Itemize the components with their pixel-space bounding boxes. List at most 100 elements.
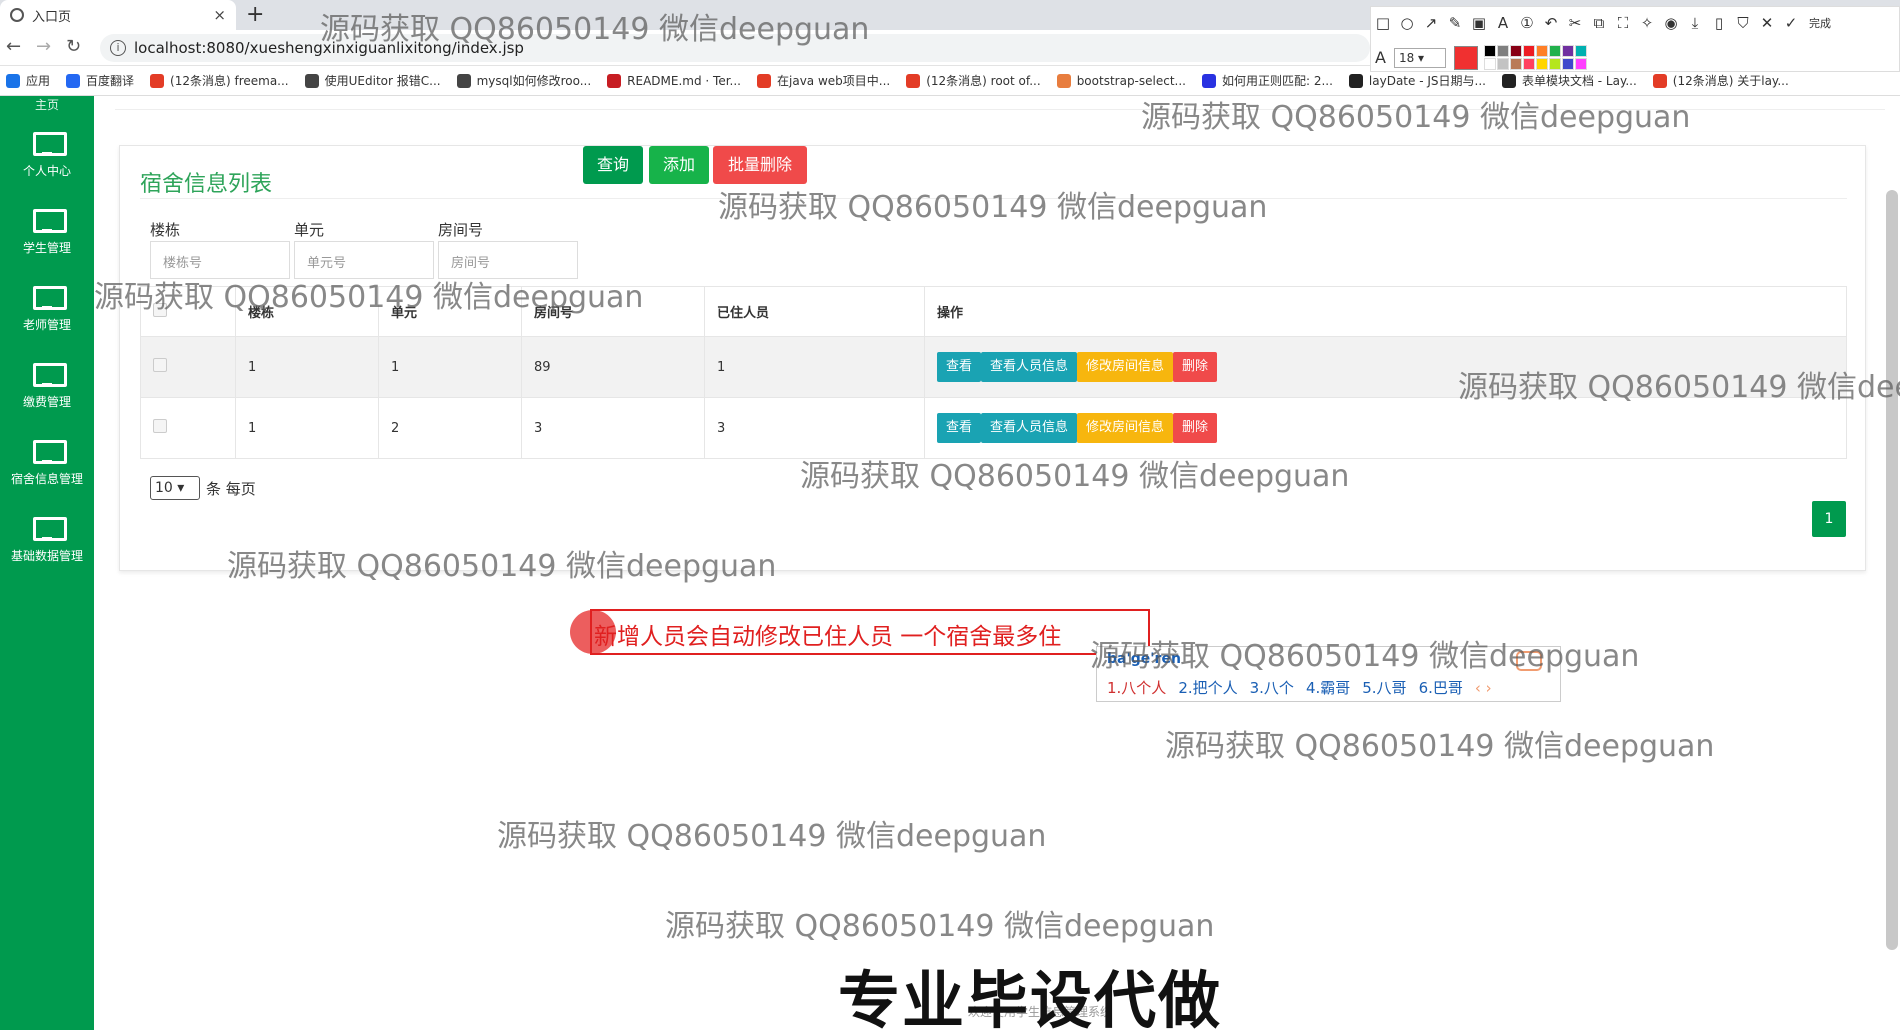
row-checkbox[interactable] xyxy=(153,358,167,372)
batch-delete-button[interactable]: 批量删除 xyxy=(713,146,807,184)
building-input[interactable]: 楼栋号 xyxy=(150,241,290,279)
room-input[interactable]: 房间号 xyxy=(438,241,578,279)
circle-icon[interactable]: ○ xyxy=(1395,14,1419,32)
record-icon[interactable]: ◉ xyxy=(1659,14,1683,32)
color-swatch[interactable] xyxy=(1522,45,1535,57)
ime-candidate[interactable]: 2.把个人 xyxy=(1178,679,1237,697)
delete-button[interactable]: 删除 xyxy=(1173,413,1218,443)
view-button[interactable]: 查看 xyxy=(937,352,982,382)
sidebar-item-personal-center[interactable]: 个人中心 xyxy=(0,132,94,202)
color-swatch[interactable] xyxy=(1574,45,1587,57)
bookmark-item[interactable]: 如何用正则匹配: 2... xyxy=(1201,72,1333,89)
check-icon[interactable]: ✓ xyxy=(1779,14,1803,32)
view-people-button[interactable]: 查看人员信息 xyxy=(981,352,1078,382)
sidebar-item-fee-management[interactable]: 缴费管理 xyxy=(0,363,94,433)
color-swatch[interactable] xyxy=(1509,58,1522,70)
bookmark-item[interactable]: 使用UEditor 报错C... xyxy=(304,72,441,89)
active-color-swatch[interactable] xyxy=(1453,45,1478,70)
bookmark-item[interactable]: (12条消息) freema... xyxy=(150,72,289,89)
rect-icon[interactable]: □ xyxy=(1371,14,1395,32)
sidebar-item-student-management[interactable]: 学生管理 xyxy=(0,209,94,279)
monitor-icon xyxy=(33,440,67,464)
bookmark-item[interactable]: 在java web项目中... xyxy=(757,72,890,89)
color-swatch[interactable] xyxy=(1483,58,1496,70)
page-1-button[interactable]: 1 xyxy=(1812,501,1846,537)
sidebar-item-basic-data-management[interactable]: 基础数据管理 xyxy=(0,517,94,587)
done-button[interactable]: 完成 xyxy=(1803,15,1837,31)
color-swatch[interactable] xyxy=(1548,58,1561,70)
color-swatch[interactable] xyxy=(1535,45,1548,57)
url-text: localhost:8080/xueshengxinxiguanlixitong… xyxy=(134,39,524,57)
color-swatch[interactable] xyxy=(1548,45,1561,57)
new-tab-button[interactable]: + xyxy=(246,2,264,27)
phone-icon[interactable]: ▯ xyxy=(1707,14,1731,32)
pen-icon[interactable]: ✎ xyxy=(1443,14,1467,32)
row-checkbox[interactable] xyxy=(153,419,167,433)
ime-candidate[interactable]: 5.八哥 xyxy=(1362,679,1406,697)
undo-icon[interactable]: ↶ xyxy=(1539,14,1563,32)
color-swatch[interactable] xyxy=(1509,45,1522,57)
bookmark-label: (12条消息) 关于lay... xyxy=(1672,74,1789,88)
color-swatch[interactable] xyxy=(1496,45,1509,57)
url-field[interactable]: i localhost:8080/xueshengxinxiguanlixito… xyxy=(100,34,1370,62)
bookmark-item[interactable]: mysql如何修改roo... xyxy=(456,72,591,89)
ime-candidate[interactable]: 6.巴哥 xyxy=(1419,679,1463,697)
sidebar-item-teacher-management[interactable]: 老师管理 xyxy=(0,286,94,356)
download-icon[interactable]: ⤓ xyxy=(1683,14,1707,32)
wand-icon[interactable]: ✧ xyxy=(1635,14,1659,32)
bookmark-item[interactable]: (12条消息) root of... xyxy=(906,72,1041,89)
page-size-select[interactable]: 10 ▾ xyxy=(150,476,200,500)
serial-icon[interactable]: ① xyxy=(1515,14,1539,32)
add-button[interactable]: 添加 xyxy=(649,146,709,184)
color-swatch[interactable] xyxy=(1561,45,1574,57)
close-icon[interactable]: ✕ xyxy=(1755,14,1779,32)
bookmark-item[interactable]: 百度翻译 xyxy=(66,72,134,89)
sidebar-item-dorm-management[interactable]: 宿舍信息管理 xyxy=(0,440,94,510)
forward-icon[interactable]: → xyxy=(36,36,51,57)
back-icon[interactable]: ← xyxy=(6,36,21,57)
color-swatch[interactable] xyxy=(1522,58,1535,70)
bookmark-item[interactable]: 应用 xyxy=(6,72,50,89)
color-swatch[interactable] xyxy=(1483,45,1496,57)
pin-icon[interactable]: ✂ xyxy=(1563,14,1587,32)
query-button[interactable]: 查询 xyxy=(583,146,643,184)
color-swatch[interactable] xyxy=(1496,58,1509,70)
delete-button[interactable]: 删除 xyxy=(1173,352,1218,382)
bookmark-item[interactable]: README.md · Ter... xyxy=(607,73,741,88)
sidebar-item-home[interactable]: 主页 xyxy=(0,96,94,113)
crop-icon[interactable]: ⛶ xyxy=(1611,14,1635,32)
edit-room-button[interactable]: 修改房间信息 xyxy=(1077,413,1174,443)
ime-candidate[interactable]: 3.八个 xyxy=(1250,679,1294,697)
browser-tab[interactable]: 入口页 × xyxy=(0,0,236,30)
color-swatch[interactable] xyxy=(1574,58,1587,70)
bookmark-item[interactable]: layDate - JS日期与... xyxy=(1348,72,1486,89)
tab-close-icon[interactable]: × xyxy=(213,6,226,24)
scrollbar[interactable] xyxy=(1886,190,1898,950)
ime-candidate[interactable]: 1.八个人 xyxy=(1107,679,1166,697)
edit-room-button[interactable]: 修改房间信息 xyxy=(1077,352,1174,382)
ime-candidate[interactable]: 4.霸哥 xyxy=(1306,679,1350,697)
ime-page-nav[interactable]: ‹ › xyxy=(1475,679,1492,697)
select-all-checkbox[interactable] xyxy=(153,302,167,317)
arrow-icon[interactable]: ↗ xyxy=(1419,14,1443,32)
reload-icon[interactable]: ↻ xyxy=(66,36,81,57)
bookmark-item[interactable]: (12条消息) 关于lay... xyxy=(1652,72,1789,89)
color-swatch[interactable] xyxy=(1535,58,1548,70)
copy-icon[interactable]: ⧉ xyxy=(1587,14,1611,32)
font-size-select[interactable]: 18 ▾ xyxy=(1393,47,1446,68)
mosaic-icon[interactable]: ▣ xyxy=(1467,14,1491,32)
sidebar-item-label: 学生管理 xyxy=(22,241,71,255)
bookmark-icon[interactable]: ⛉ xyxy=(1731,14,1755,32)
unit-input[interactable]: 单元号 xyxy=(294,241,434,279)
sidebar-item-label: 基础数据管理 xyxy=(10,549,83,563)
bookmark-item[interactable]: bootstrap-select... xyxy=(1056,73,1186,88)
color-swatch[interactable] xyxy=(1561,58,1574,70)
view-button[interactable]: 查看 xyxy=(937,413,982,443)
screenshot-style-row: A 18 ▾ xyxy=(1375,45,1587,70)
globe-icon xyxy=(10,8,24,22)
bookmark-item[interactable]: 表单模块文档 - Lay... xyxy=(1501,72,1637,89)
info-icon[interactable]: i xyxy=(110,40,126,56)
text-icon[interactable]: A xyxy=(1491,14,1515,32)
cell-room: 3 xyxy=(521,397,705,459)
view-people-button[interactable]: 查看人员信息 xyxy=(981,413,1078,443)
